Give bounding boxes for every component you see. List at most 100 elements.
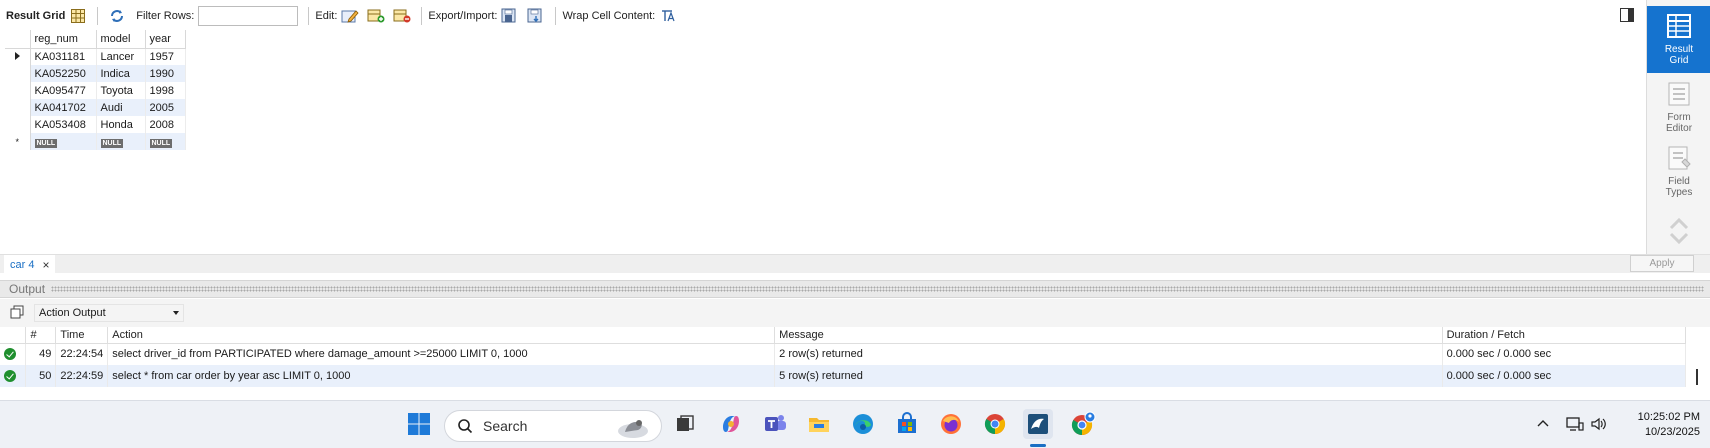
- new-row-marker: *: [15, 136, 19, 147]
- edit-row-icon[interactable]: [340, 6, 360, 26]
- task-view-button[interactable]: [670, 409, 700, 439]
- chrome-button[interactable]: [980, 409, 1010, 439]
- network-icon[interactable]: [1566, 416, 1584, 435]
- export-icon[interactable]: [500, 6, 520, 26]
- import-icon[interactable]: [526, 6, 546, 26]
- result-table: reg_num model year KA031181 Lancer 1957 …: [5, 30, 186, 150]
- table-row[interactable]: 49 22:24:54 select driver_id from PARTIC…: [0, 343, 1687, 365]
- filter-rows-input[interactable]: [198, 5, 299, 26]
- result-grid-panel-label-2: Grid: [1669, 55, 1689, 66]
- chrome-profile-button[interactable]: [1068, 409, 1098, 439]
- cell-reg-num[interactable]: KA095477: [30, 82, 97, 99]
- table-row[interactable]: KA041702 Audi 2005: [5, 99, 186, 116]
- grid-view-icon[interactable]: [68, 6, 88, 26]
- form-editor-label-1: Form: [1667, 112, 1691, 123]
- delete-row-icon[interactable]: [392, 6, 412, 26]
- apply-button[interactable]: Apply: [1630, 255, 1694, 272]
- edge-browser-button[interactable]: [848, 409, 878, 439]
- row-header[interactable]: [5, 116, 31, 133]
- splitter-grip[interactable]: [51, 286, 1704, 292]
- folder-icon: [809, 418, 829, 432]
- output-mode-select[interactable]: Action Output: [34, 304, 184, 322]
- cell-reg-num[interactable]: KA053408: [30, 116, 97, 133]
- action-message: 2 row(s) returned: [774, 343, 1443, 365]
- column-header[interactable]: Message: [774, 327, 1443, 344]
- null-badge: NULL: [100, 138, 124, 148]
- add-row-icon[interactable]: [366, 6, 386, 26]
- cell-model[interactable]: Audi: [96, 99, 146, 116]
- firefox-button[interactable]: [936, 409, 966, 439]
- wrap-cell-content-label: Wrap Cell Content:: [562, 9, 656, 22]
- form-editor-panel-button[interactable]: Form Editor: [1647, 80, 1710, 136]
- show-hidden-icons-chevron-icon[interactable]: [1537, 416, 1549, 431]
- table-row[interactable]: 50 22:24:59 select * from car order by y…: [0, 365, 1687, 387]
- success-icon: [4, 348, 16, 361]
- cell-reg-num[interactable]: NULL: [30, 133, 97, 150]
- cell-year[interactable]: 1990: [145, 65, 186, 82]
- field-types-panel-button[interactable]: Field Types: [1647, 144, 1710, 200]
- row-header[interactable]: [5, 82, 31, 99]
- row-header[interactable]: [5, 65, 31, 82]
- microsoft-store-button[interactable]: [892, 409, 922, 439]
- column-header[interactable]: year: [145, 30, 186, 49]
- status-cell: [0, 365, 27, 387]
- output-log: # Time Action Message Duration / Fetch 4…: [0, 327, 1710, 400]
- system-clock[interactable]: 10:25:02 PM 10/23/2025: [1638, 410, 1700, 440]
- cell-year[interactable]: 1957: [145, 48, 186, 65]
- volume-icon[interactable]: [1590, 416, 1608, 435]
- action-text[interactable]: select driver_id from PARTICIPATED where…: [107, 343, 776, 365]
- scroll-up-down-icon: [1669, 217, 1689, 245]
- panel-scroll-arrows[interactable]: [1647, 214, 1710, 248]
- mysql-workbench-icon: [1028, 414, 1048, 434]
- cell-reg-num[interactable]: KA041702: [30, 99, 97, 116]
- cell-reg-num[interactable]: KA052250: [30, 65, 97, 82]
- mysql-workbench-button[interactable]: [1023, 409, 1053, 439]
- row-header[interactable]: *: [5, 133, 31, 150]
- column-header[interactable]: model: [96, 30, 146, 49]
- taskbar-search[interactable]: Search: [444, 410, 662, 442]
- cell-reg-num[interactable]: KA031181: [30, 48, 97, 65]
- row-header[interactable]: [5, 99, 31, 116]
- column-header[interactable]: Action: [107, 327, 776, 344]
- table-row[interactable]: KA053408 Honda 2008: [5, 116, 186, 133]
- teams-button[interactable]: [760, 409, 790, 439]
- table-row[interactable]: KA031181 Lancer 1957: [5, 48, 186, 65]
- cell-model[interactable]: Honda: [96, 116, 146, 133]
- scrollbar[interactable]: [1696, 369, 1698, 385]
- column-header[interactable]: Time: [55, 327, 109, 344]
- column-header[interactable]: Duration / Fetch: [1442, 327, 1687, 344]
- toggle-side-panel-icon[interactable]: [1620, 8, 1634, 22]
- result-grid-panel-button[interactable]: Result Grid: [1647, 6, 1710, 73]
- file-explorer-button[interactable]: [804, 409, 834, 439]
- current-row-icon: [14, 51, 20, 60]
- tab-car-4[interactable]: car 4 ×: [4, 255, 56, 274]
- close-icon[interactable]: ×: [42, 258, 49, 272]
- clock-time: 10:25:02 PM: [1637, 411, 1700, 423]
- table-row[interactable]: KA095477 Toyota 1998: [5, 82, 186, 99]
- active-app-indicator: [1030, 444, 1046, 447]
- teams-icon: [765, 415, 786, 431]
- refresh-icon[interactable]: [107, 6, 127, 26]
- field-types-label-1: Field: [1668, 176, 1690, 187]
- cell-year[interactable]: NULL: [145, 133, 186, 150]
- clock-date: 10/23/2025: [1644, 426, 1700, 438]
- chrome-icon: [984, 414, 1006, 435]
- action-text[interactable]: select * from car order by year asc LIMI…: [107, 365, 776, 387]
- new-row[interactable]: * NULL NULL NULL: [5, 133, 186, 150]
- cell-year[interactable]: 2008: [145, 116, 186, 133]
- form-editor-icon: [1668, 82, 1690, 106]
- cell-model[interactable]: NULL: [96, 133, 146, 150]
- wrap-text-icon[interactable]: [658, 6, 678, 26]
- column-header[interactable]: #: [25, 327, 57, 344]
- column-header[interactable]: reg_num: [30, 30, 97, 49]
- cell-year[interactable]: 2005: [145, 99, 186, 116]
- windows-start-button[interactable]: [404, 409, 434, 439]
- cell-model[interactable]: Toyota: [96, 82, 146, 99]
- table-row[interactable]: KA052250 Indica 1990: [5, 65, 186, 82]
- cell-model[interactable]: Indica: [96, 65, 146, 82]
- cell-model[interactable]: Lancer: [96, 48, 146, 65]
- row-header[interactable]: [5, 48, 31, 65]
- cell-year[interactable]: 1998: [145, 82, 186, 99]
- copilot-button[interactable]: [716, 409, 746, 439]
- copy-icon[interactable]: [10, 305, 26, 321]
